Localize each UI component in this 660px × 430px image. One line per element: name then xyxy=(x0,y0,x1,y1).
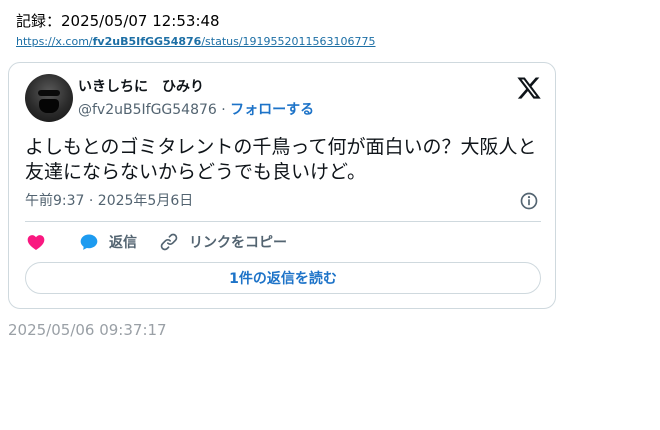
tweet-card: いきしちに ひみり @fv2uB5IfGG54876 · フォローする よしもと… xyxy=(8,62,556,309)
info-icon[interactable] xyxy=(519,191,539,211)
user-handle[interactable]: @fv2uB5IfGG54876 xyxy=(78,102,217,118)
link-icon xyxy=(160,233,178,251)
tweet-url-link[interactable]: https://x.com/fv2uB5IfGG54876/status/191… xyxy=(16,35,376,49)
heart-icon xyxy=(27,235,45,250)
display-name[interactable]: いきしちに ひみり xyxy=(78,77,204,97)
reply-button[interactable]: 返信 xyxy=(79,231,137,253)
copy-link-button[interactable]: リンクをコピー xyxy=(159,231,287,253)
avatar-sunglasses xyxy=(38,90,60,96)
handle-line: @fv2uB5IfGG54876 · フォローする xyxy=(78,100,314,120)
tweet-timestamp[interactable]: 午前9:37 · 2025年5月6日 xyxy=(25,191,193,211)
url-user: fv2uB5IfGG54876 xyxy=(92,35,202,48)
avatar-mask xyxy=(39,99,59,113)
archived-timestamp: 2025/05/06 09:37:17 xyxy=(8,321,167,339)
record-timestamp: 記録：2025/05/07 12:53:48 xyxy=(16,12,220,30)
reply-label: 返信 xyxy=(109,235,137,251)
copy-link-label: リンクをコピー xyxy=(189,235,287,251)
x-logo-icon[interactable] xyxy=(516,75,542,101)
url-prefix: https://x.com/ xyxy=(16,35,93,48)
follow-button[interactable]: フォローする xyxy=(230,102,314,118)
read-replies-button[interactable]: 1件の返信を読む xyxy=(25,262,541,294)
url-suffix: /status/1919552011563106775 xyxy=(201,35,376,48)
divider xyxy=(25,221,541,222)
avatar[interactable] xyxy=(25,74,73,122)
handle-separator: · xyxy=(216,102,231,118)
tweet-text: よしもとのゴミタレントの千鳥って何が面白いの？大阪人と友達にならないからどうでも… xyxy=(25,136,537,183)
speech-bubble-icon xyxy=(80,234,98,250)
like-button[interactable] xyxy=(26,231,46,253)
